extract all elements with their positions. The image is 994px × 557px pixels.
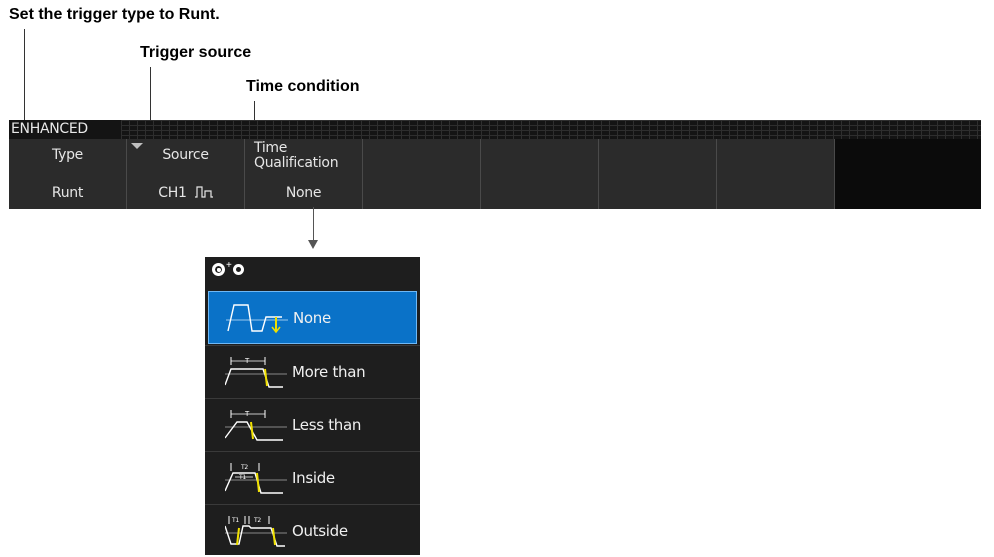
option-less-than-label: Less than — [292, 416, 362, 434]
softkey-empty-4[interactable] — [363, 139, 481, 209]
rising-edge-pulse-icon — [194, 186, 213, 198]
callout-trigger-type: Set the trigger type to Runt. — [9, 6, 220, 23]
source-channel: CH1 — [158, 185, 187, 201]
softkey-row: Type Runt Source CH1 Time Qualification … — [9, 139, 981, 209]
softkey-time-qualification[interactable]: Time Qualification None — [245, 139, 363, 209]
time-qualification-dropdown: + None T More than T Less than T2 T1 Ins… — [205, 257, 420, 555]
option-none-label: None — [293, 309, 331, 327]
softkey-empty-5[interactable] — [481, 139, 599, 209]
outside-icon: T1 T2 — [225, 516, 287, 547]
option-inside[interactable]: T2 T1 Inside — [205, 451, 420, 504]
inside-icon: T2 T1 — [225, 463, 287, 494]
softkey-menu-bar: ENHANCED Type Runt Source CH1 Time Quali… — [9, 120, 981, 209]
option-less-than[interactable]: T Less than — [205, 398, 420, 451]
softkey-blank-area — [835, 139, 981, 209]
callout-trigger-source: Trigger source — [140, 44, 252, 61]
dropdown-header: + — [205, 257, 420, 287]
menu-top-strip — [9, 120, 981, 139]
plus-icon: + — [226, 260, 232, 271]
option-more-than-label: More than — [292, 363, 366, 381]
more-than-icon: T — [225, 357, 287, 388]
softkey-time-title: Time Qualification — [254, 141, 362, 171]
option-none[interactable]: None — [208, 291, 417, 344]
softkey-type[interactable]: Type Runt — [9, 139, 127, 209]
softkey-type-value: Runt — [51, 185, 84, 201]
option-more-than[interactable]: T More than — [205, 345, 420, 398]
pointer-arrow-line — [313, 207, 314, 242]
svg-text:T2: T2 — [253, 517, 261, 524]
mode-label: ENHANCED — [9, 120, 121, 139]
softkey-empty-6[interactable] — [599, 139, 717, 209]
softkey-source-title: Source — [162, 147, 209, 163]
select-knob-icon — [233, 264, 244, 275]
svg-text:T2: T2 — [240, 464, 248, 471]
option-outside[interactable]: T1 T2 Outside — [205, 504, 420, 557]
softkey-time-value: None — [285, 185, 322, 201]
option-outside-label: Outside — [292, 522, 348, 540]
softkey-empty-7[interactable] — [717, 139, 835, 209]
softkey-type-title: Type — [52, 147, 83, 163]
less-than-icon: T — [225, 410, 287, 441]
softkey-time-title-line1: Time — [254, 140, 288, 156]
softkey-source-value: CH1 — [127, 185, 244, 201]
option-inside-label: Inside — [292, 469, 335, 487]
pointer-arrow-head — [308, 240, 318, 249]
jog-knob-icon — [212, 263, 225, 276]
softkey-time-title-line2: Qualification — [254, 155, 339, 171]
softkey-source[interactable]: Source CH1 — [127, 139, 245, 209]
callout-time-condition: Time condition — [246, 78, 360, 95]
svg-text:T1: T1 — [231, 517, 239, 524]
runt-waveform-icon — [226, 304, 288, 334]
